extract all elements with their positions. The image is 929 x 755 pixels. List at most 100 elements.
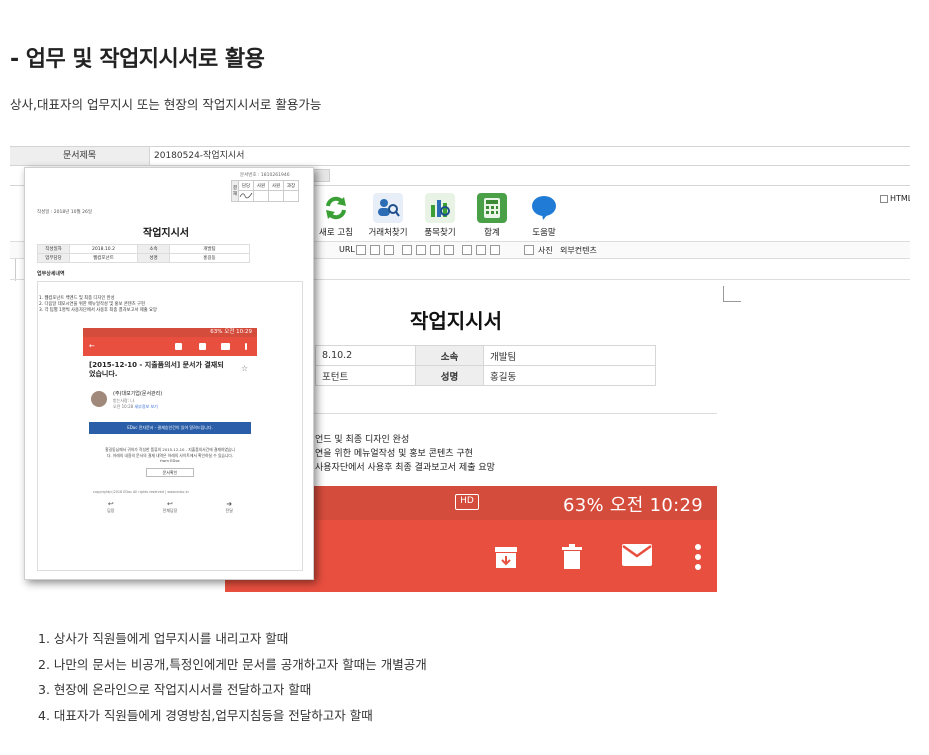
table-row: 작성일자 2018.10.2 소속 개발팀 <box>37 244 250 254</box>
approval-header: 담당 <box>238 180 254 191</box>
approval-side-label: 결재 <box>231 180 239 202</box>
toolbar-help-button: 도움말 <box>518 193 570 239</box>
document-preview: 문서번호 : 1810261946 결재 담당 사원 사원 과장 작성일 : 2… <box>24 167 314 580</box>
approval-header: 사원 <box>253 180 269 191</box>
url-label: URL <box>339 245 355 254</box>
mail-icon <box>622 544 652 566</box>
mail-sender-block: (주)대모기업(문서관리) 받는사람: 나 오전 10:28 세부정보 보기 <box>113 391 162 411</box>
approval-header: 과장 <box>283 180 299 191</box>
table-row: 결재 담당 사원 사원 과장 <box>231 180 299 202</box>
toolbar-label: 새로 고침 <box>319 228 353 238</box>
table-cell: 개발팀 <box>483 345 656 366</box>
format-icon <box>430 245 440 255</box>
table-header-cell: 성명 <box>137 253 170 263</box>
photo-icon <box>524 245 534 255</box>
reply-all-label: 전체답장 <box>162 508 178 513</box>
table-header-cell: 소속 <box>137 244 170 254</box>
table-header-cell: 업무담당 <box>37 253 70 263</box>
toolbar-sum-button: 합계 <box>466 193 518 239</box>
toolbar-item-search-button: 품목찾기 <box>414 193 466 239</box>
phone-app-bar: ← <box>83 337 257 356</box>
table-cell: 2018.10.2 <box>69 244 138 254</box>
section-lines: 1. 웹컴포넌트 백엔드 및 최종 디자인 완성 2. 다음달 데모시연을 위한… <box>39 296 157 314</box>
trash-icon <box>562 544 582 569</box>
phone-status: 63% 오전 10:29 <box>83 328 257 337</box>
list-item: 2. 나만의 문서는 비공개,특정인에게만 문서를 공개하고자 할때는 개별공개 <box>38 656 427 672</box>
preview-line: 언드 및 최종 디자인 완성 <box>315 435 410 445</box>
format-icon <box>402 245 412 255</box>
doc-number: 문서번호 : 1810261946 <box>240 173 290 178</box>
mail-banner: EDoc 전자문서 - 결재승인건이 있어 알려드립니다. <box>89 422 251 434</box>
page-heading: - 업무 및 작업지시서로 활용 <box>10 47 265 72</box>
reply-label: 답장 <box>107 508 115 513</box>
bar-chart-search-icon <box>425 193 455 223</box>
toolbar-label: 합계 <box>484 228 500 238</box>
detail-link: 세부정보 보기 <box>134 404 158 409</box>
mail-body: 홍길동님께서 귀하가 작성한 품류의 2015-12-10 - 지출품의서건에 … <box>105 447 235 463</box>
archive-icon <box>175 343 182 350</box>
format-icon <box>462 245 472 255</box>
signature-cell <box>238 190 254 202</box>
external-content-label: 외부컨텐츠 <box>560 246 597 255</box>
preview-title: 작업지시서 <box>410 309 502 333</box>
toolbar-label: 거래처찾기 <box>368 228 408 238</box>
trash-icon <box>199 343 206 350</box>
redo-icon <box>490 245 500 255</box>
undo-icon <box>476 245 486 255</box>
format-icon <box>356 245 366 255</box>
preview-info-table: 8.10.2 소속 개발팀 포턴트 성명 홍길동 <box>315 345 656 386</box>
signature-cell <box>283 190 299 202</box>
html-checkbox-label: HTML <box>890 194 910 203</box>
mail-copyright: copyright(c)2018 EDoc All rights reserve… <box>93 490 190 494</box>
back-arrow-icon: ← <box>89 342 95 350</box>
usage-list: 1. 상사가 직원들에게 업무지시를 내리고자 할때 2. 나만의 문서는 비공… <box>38 630 427 732</box>
table-cell: 개발팀 <box>169 244 250 254</box>
signature-cell <box>253 190 269 202</box>
mail-sender: (주)대모기업(문서관리) <box>113 391 163 397</box>
doc-title-value: 20180524-작업지시서 <box>154 151 245 161</box>
forward-action: ➜ 전달 <box>226 500 233 514</box>
table-cell: 웹컴포넌트 <box>69 253 138 263</box>
page-corner-mark <box>723 286 741 302</box>
format-icon <box>444 245 454 255</box>
calculator-icon <box>477 193 507 223</box>
section-line: 3. 각 팀별 1명씩 사용자단에서 사용후 최종 결과보고서 제출 요망 <box>39 308 157 313</box>
toolbar-label: 품목찾기 <box>424 228 456 238</box>
approval-table: 결재 담당 사원 사원 과장 <box>231 180 299 202</box>
more-vertical-icon <box>695 544 701 570</box>
list-item: 1. 상사가 직원들에게 업무지시를 내리고자 할때 <box>38 631 289 646</box>
forward-label: 전달 <box>225 508 233 513</box>
table-row: 8.10.2 소속 개발팀 <box>315 345 656 366</box>
format-icon <box>416 245 426 255</box>
reply-all-action: ↩ 전체답장 <box>163 500 178 514</box>
forward-icon: ➜ <box>226 500 233 508</box>
list-item: 3. 현장에 온라인으로 작업지시서를 전달하고자 할때 <box>38 682 312 697</box>
table-header-cell: 소속 <box>415 345 484 366</box>
toolbar-refresh-button: 새로 고침 <box>310 193 362 239</box>
table-row <box>232 190 299 202</box>
approval-header: 사원 <box>268 180 284 191</box>
refresh-icon <box>321 193 351 223</box>
table-row: 포턴트 성명 홍길동 <box>315 365 656 386</box>
preview-line: 연을 위한 메뉴얼작성 및 홍보 콘텐츠 구현 <box>315 449 473 459</box>
checkbox-icon <box>880 194 888 203</box>
confirm-document-button: 문서확인 <box>146 468 194 477</box>
reply-action: ↩ 답장 <box>107 500 114 514</box>
status-text: 63% 오전 10:29 <box>562 495 703 516</box>
page-subtitle: 상사,대표자의 업무지시 또는 현장의 작업지시서로 활용가능 <box>10 97 322 112</box>
html-checkbox: HTML <box>880 194 910 203</box>
signature-cell <box>268 190 284 202</box>
star-icon: ☆ <box>241 364 249 373</box>
more-vertical-icon <box>245 343 247 350</box>
mail-subject: [2015-12-10 - 지출품의서] 문서가 결재되었습니다. <box>89 361 224 378</box>
toolbar-label: 도움말 <box>532 228 556 238</box>
table-row: 업무담당 웹컴포넌트 성명 홍길동 <box>37 253 250 263</box>
table-header-cell: 작성일자 <box>37 244 70 254</box>
archive-icon <box>495 547 517 568</box>
table-cell: 8.10.2 <box>315 345 416 366</box>
doc-title-row: 문서제목 20180524-작업지시서 <box>10 146 910 166</box>
section-title: 업무상세내역 <box>37 271 65 277</box>
table-header-cell: 성명 <box>415 365 484 386</box>
avatar <box>91 391 107 407</box>
editor-toolbar: 새로 고침 거래처찾기 품목찾기 합계 도움말 <box>310 193 570 239</box>
